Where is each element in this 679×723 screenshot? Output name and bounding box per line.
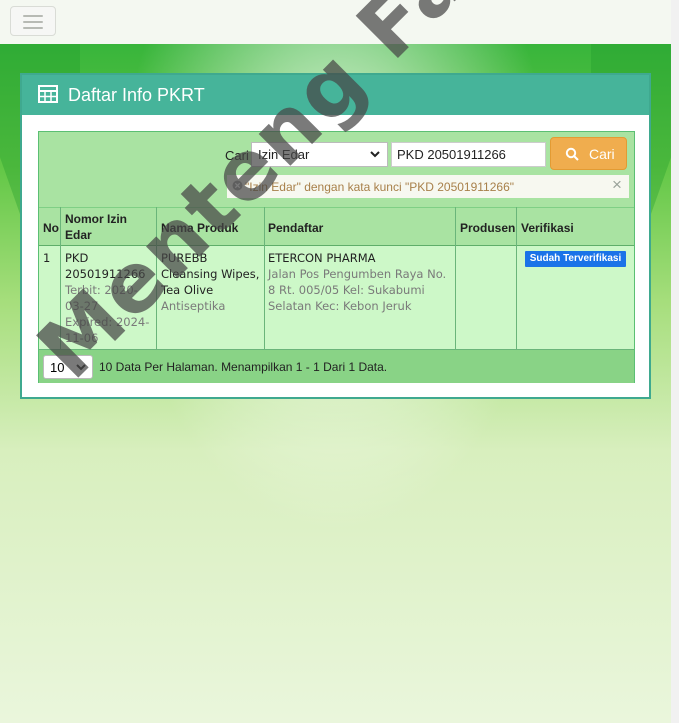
hamburger-icon[interactable] [10, 6, 56, 36]
column-header-no: No [43, 221, 59, 235]
remove-circle-icon[interactable] [232, 180, 243, 194]
table-grid-icon [38, 85, 58, 108]
nomor-izin: PKD 20501911266 [65, 251, 146, 281]
search-label: Cari [225, 148, 249, 163]
pendaftar-address: Jalan Pos Pengumben Raya No. 8 Rt. 005/0… [268, 267, 447, 313]
produk-cell: PUREBB Cleansing Wipes, Tea Olive Antise… [161, 250, 261, 314]
top-navbar [0, 0, 671, 44]
produk-kategori: Antiseptika [161, 299, 226, 313]
row-number: 1 [43, 251, 51, 265]
table-row: 1 PKD 20501911266 Terbit: 2020-03-27 Exp… [39, 246, 634, 349]
pagination-summary: 10 Data Per Halaman. Menampilkan 1 - 1 D… [99, 360, 388, 374]
chevron-down-icon [75, 361, 87, 376]
status-badge: Sudah Terverifikasi [525, 251, 626, 267]
info-panel: Daftar Info PKRT Cari Izin Edar Cari [20, 73, 651, 399]
results-container: Cari Izin Edar Cari "Izin Edar" dengan k… [38, 131, 635, 383]
produk-name: PUREBB Cleansing Wipes, Tea Olive [161, 251, 260, 297]
expired-date: Expired: 2024-11-06 [65, 315, 150, 345]
column-header-verifikasi: Verifikasi [521, 221, 574, 235]
search-type-select[interactable]: Izin Edar [251, 142, 388, 167]
table-footer: 10 10 Data Per Halaman. Menampilkan 1 - … [39, 349, 634, 383]
per-page-select[interactable]: 10 [43, 355, 93, 379]
column-header-produk: Nama Produk [161, 221, 239, 235]
nomor-izin-cell: PKD 20501911266 Terbit: 2020-03-27 Expir… [65, 250, 153, 346]
search-input[interactable] [391, 142, 546, 167]
scrollbar[interactable] [671, 0, 679, 723]
terbit-date: Terbit: 2020-03-27 [65, 283, 138, 313]
search-bar: Cari Izin Edar Cari "Izin Edar" dengan k… [39, 132, 634, 207]
table-header: No Nomor Izin Edar Nama Produk Pendaftar… [39, 207, 634, 246]
panel-header: Daftar Info PKRT [22, 75, 649, 115]
column-header-produsen: Produsen [460, 221, 516, 235]
column-header-pendaftar: Pendaftar [268, 221, 324, 235]
search-icon [565, 147, 579, 164]
chevron-down-icon [369, 148, 381, 163]
active-filter: "Izin Edar" dengan kata kunci "PKD 20501… [227, 175, 629, 198]
pendaftar-name: ETERCON PHARMA [268, 251, 376, 265]
close-icon[interactable]: × [612, 175, 622, 195]
panel-title: Daftar Info PKRT [68, 85, 205, 105]
pendaftar-cell: ETERCON PHARMA Jalan Pos Pengumben Raya … [268, 250, 456, 314]
search-button[interactable]: Cari [550, 137, 627, 170]
filter-text: "Izin Edar" dengan kata kunci "PKD 20501… [245, 180, 514, 194]
column-header-nomor: Nomor Izin Edar [65, 212, 127, 242]
